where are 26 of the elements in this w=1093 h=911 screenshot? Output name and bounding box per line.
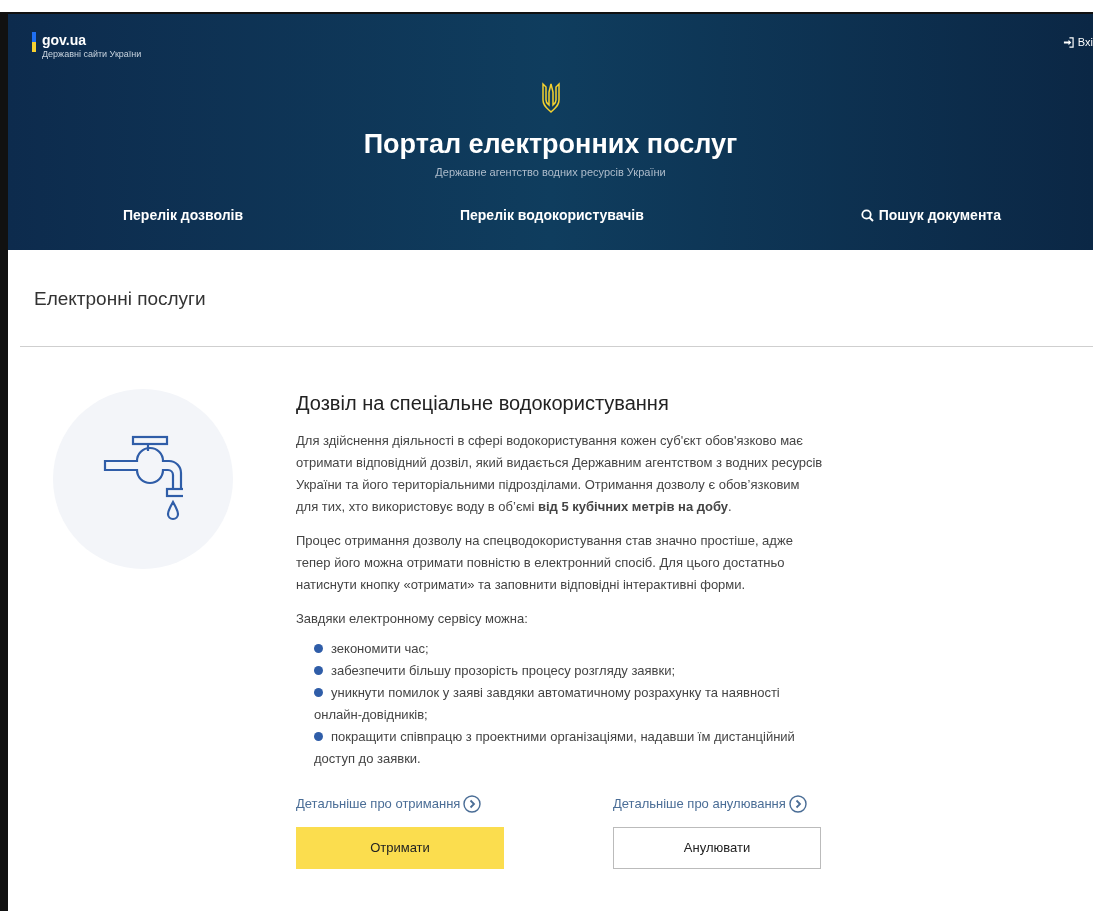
details-link[interactable]: Детальніше про отримання — [296, 792, 504, 815]
benefit-item: уникнути помилок у заяві завдяки автоматичному розрахунку та наявності онлайн-довідників; — [314, 683, 781, 724]
search-icon — [860, 208, 874, 222]
get-button[interactable]: Отримати — [296, 826, 504, 869]
service-paragraph: Завдяки електронному сервісу можна: — [296, 609, 529, 628]
benefit-item: забезпечити більшу прозорість процесу розгляду заявки; — [314, 659, 824, 682]
trident-emblem-icon — [540, 82, 561, 114]
sign-in-link[interactable]: Вхі — [1062, 34, 1093, 51]
chevron-circle-icon — [788, 794, 807, 813]
cancel-button[interactable]: Анулювати — [613, 826, 821, 869]
brand-name[interactable]: gov.ua — [42, 32, 142, 48]
portal-subtitle: Державне агентство водних ресурсів України — [435, 165, 666, 180]
brand-tagline: Державні сайти України — [42, 48, 142, 61]
details-link[interactable]: Детальніше про анулювання — [613, 792, 821, 815]
service-title: Дозвіл на спеціальне водокористування — [296, 390, 670, 416]
sign-in-icon — [1062, 36, 1074, 48]
nav-link[interactable]: Перелік дозволів — [123, 204, 244, 226]
chevron-circle-icon — [463, 794, 482, 813]
page-title: Електронні послуги — [34, 287, 207, 311]
nav-link[interactable]: Пошук документа — [860, 204, 1001, 226]
benefit-item: покращити співпрацю з проектними організаціями, надавши їм дистанційний доступ до заявки. — [314, 727, 796, 768]
benefit-item: зекономити час; — [314, 637, 824, 660]
service-paragraph: Процес отримання дозволу на спецводокористування став значно простіше, адже тепер його можна отримати повністю в електронний спосіб. Для цього достатньо натиснути кнопку «отримати» та заповнити відповідні інтерактивні форми. — [296, 531, 794, 594]
service-paragraph: Для здійснення діяльності в сфері водокористування кожен суб'єкт обов'язково має отримати відповідний дозвіл, який видається Державним агентством з водних ресурсів України та його територіальними підрозділами. Отримання дозволу є обов’язковим для тих, хто використовує воду в об’ємі від 5 кубічних метрів на добу. — [296, 431, 824, 516]
portal-title: Портал електронних послуг — [363, 128, 738, 160]
nav-link[interactable]: Перелік водокористувачів — [459, 204, 644, 226]
